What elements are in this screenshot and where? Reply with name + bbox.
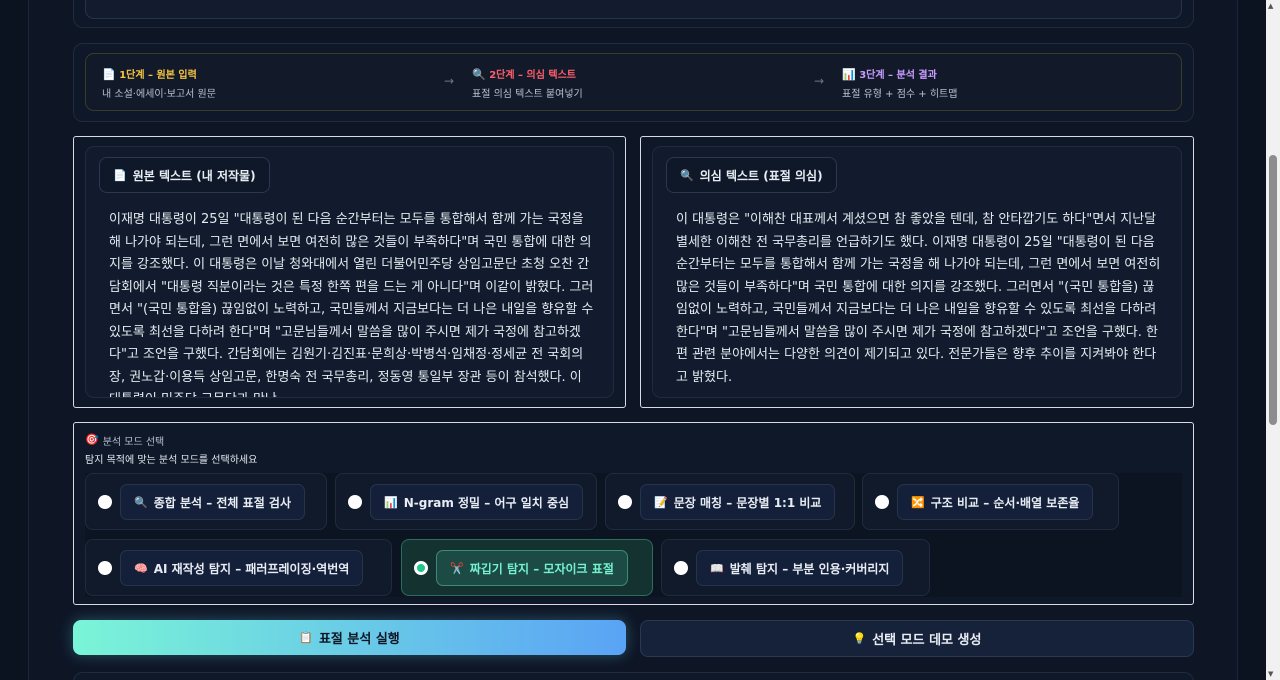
mode-option-excerpt[interactable]: 📖 발췌 탐지 – 부분 인용·커버리지 [661, 539, 930, 596]
run-analysis-label: 표절 분석 실행 [318, 632, 400, 647]
radio-button[interactable] [875, 495, 889, 509]
mode-option-ngram[interactable]: 📊 N-gram 정밀 – 어구 일치 중심 [335, 473, 597, 530]
scroll-down-icon[interactable]: ▼ [1268, 670, 1273, 678]
chart-icon: 📊 [842, 68, 856, 81]
radio-button[interactable] [674, 561, 688, 575]
suspect-text-label-text: 의심 텍스트 (표절 의심) [699, 168, 823, 183]
mode-select-subtitle: 탐지 목적에 맞는 분석 모드를 선택하세요 [85, 455, 258, 466]
step-2-title: 2단계 – 의심 텍스트 [489, 70, 576, 81]
mode-label-text: N-gram 정밀 – 어구 일치 중심 [403, 495, 570, 510]
magnifier-icon: 🔍 [472, 68, 486, 81]
generate-demo-label: 선택 모드 데모 생성 [872, 633, 982, 648]
mode-label-text: 짜깁기 탐지 – 모자이크 표절 [469, 561, 614, 576]
step-1-title: 1단계 – 원본 입력 [119, 70, 197, 81]
steps-guide: 📄 1단계 – 원본 입력 내 소설·에세이·보고서 원문 → 🔍 2단계 – … [85, 53, 1182, 111]
mode-option-label: 📖 발췌 탐지 – 부분 인용·커버리지 [696, 550, 904, 586]
analysis-mode-selector: 🎯 분석 모드 선택 탐지 목적에 맞는 분석 모드를 선택하세요 🔍 종합 분석… [73, 422, 1194, 605]
open-book-icon: 📖 [710, 561, 724, 575]
step-2: 🔍 2단계 – 의심 텍스트 표절 의심 텍스트 붙여넣기 [472, 66, 583, 100]
run-analysis-button[interactable]: 📋 표절 분석 실행 [73, 620, 626, 655]
generate-demo-button[interactable]: 💡 선택 모드 데모 생성 [640, 620, 1194, 657]
shuffle-icon: 🔀 [911, 495, 925, 509]
magnifier-icon: 🔍 [680, 168, 694, 182]
original-text-panel: 📄 원본 텍스트 (내 저작물) 이재명 대통령이 25일 "대통령이 된 다음… [73, 136, 626, 408]
radio-button[interactable] [348, 495, 362, 509]
mode-option-mosaic[interactable]: ✂️ 짜깁기 탐지 – 모자이크 표절 [401, 539, 653, 596]
target-icon: 🎯 [85, 433, 99, 446]
magnifier-icon: 🔍 [134, 495, 148, 509]
suspect-text-panel: 🔍 의심 텍스트 (표절 의심) 이 대통령은 "이해찬 대표께서 계셨으면 참… [640, 136, 1194, 408]
radio-button[interactable] [98, 495, 112, 509]
step-2-desc: 표절 의심 텍스트 붙여넣기 [472, 89, 583, 100]
step-3-title: 3단계 – 분석 결과 [859, 70, 937, 81]
brain-icon: 🧠 [134, 561, 148, 575]
mode-label-text: AI 재작성 탐지 – 패러프레이징·역번역 [153, 561, 350, 576]
arrow-right-icon: → [444, 74, 455, 88]
bar-chart-icon: 📊 [384, 495, 398, 509]
arrow-right-icon: → [814, 74, 825, 88]
original-text-label-text: 원본 텍스트 (내 저작물) [132, 168, 256, 183]
document-icon: 📄 [113, 168, 127, 182]
mode-option-label: 🧠 AI 재작성 탐지 – 패러프레이징·역번역 [120, 550, 364, 586]
step-3-desc: 표절 유형 + 점수 + 히트맵 [842, 89, 958, 100]
radio-button[interactable] [618, 495, 632, 509]
step-3: 📊 3단계 – 분석 결과 표절 유형 + 점수 + 히트맵 [842, 66, 957, 100]
lightbulb-icon: 💡 [852, 632, 867, 645]
suspect-text-content[interactable]: 이 대통령은 "이해찬 대표께서 계셨으면 참 좋았을 텐데, 참 안타깝기도 … [676, 209, 1163, 397]
original-text-label: 📄 원본 텍스트 (내 저작물) [99, 157, 270, 193]
clipboard-icon: 📋 [299, 631, 313, 644]
radio-button-selected[interactable] [414, 561, 428, 575]
mode-option-sentence[interactable]: 📝 문장 매칭 – 문장별 1:1 비교 [605, 473, 855, 530]
original-text-area[interactable]: 📄 원본 텍스트 (내 저작물) 이재명 대통령이 25일 "대통령이 된 다음… [85, 146, 614, 398]
suspect-text-label: 🔍 의심 텍스트 (표절 의심) [666, 157, 837, 193]
document-icon: 📄 [102, 68, 116, 81]
results-section-panel [73, 672, 1194, 680]
mode-option-ai-rewrite[interactable]: 🧠 AI 재작성 탐지 – 패러프레이징·역번역 [85, 539, 392, 596]
mode-label-text: 종합 분석 – 전체 표절 검사 [153, 495, 291, 510]
mode-options: 🔍 종합 분석 – 전체 표절 검사 📊 N-gram 정밀 – 어구 일치 중심 … [85, 473, 1182, 597]
mode-select-title: 🎯 분석 모드 선택 [85, 433, 164, 448]
scroll-up-icon[interactable]: ▲ [1268, 2, 1273, 10]
step-1-desc: 내 소설·에세이·보고서 원문 [102, 89, 216, 100]
mode-option-structure[interactable]: 🔀 구조 비교 – 순서·배열 보존율 [862, 473, 1119, 530]
radio-button[interactable] [98, 561, 112, 575]
mode-label-text: 구조 비교 – 순서·배열 보존율 [930, 495, 1080, 510]
mode-label-text: 발췌 탐지 – 부분 인용·커버리지 [729, 561, 890, 576]
original-text-content[interactable]: 이재명 대통령이 25일 "대통령이 된 다음 순간부터는 모두를 통합해서 함… [109, 209, 595, 397]
scrollbar-thumb[interactable] [1269, 155, 1277, 425]
previous-section-inner [85, 0, 1182, 19]
memo-icon: 📝 [654, 495, 668, 509]
mode-option-label: 📝 문장 매칭 – 문장별 1:1 비교 [640, 484, 836, 520]
mode-label-text: 문장 매칭 – 문장별 1:1 비교 [673, 495, 822, 510]
suspect-text-area[interactable]: 🔍 의심 텍스트 (표절 의심) 이 대통령은 "이해찬 대표께서 계셨으면 참… [652, 146, 1182, 398]
mode-option-label: 📊 N-gram 정밀 – 어구 일치 중심 [370, 484, 584, 520]
mode-option-label: ✂️ 짜깁기 탐지 – 모자이크 표절 [436, 550, 628, 586]
scissors-icon: ✂️ [450, 561, 464, 575]
mode-option-label: 🔍 종합 분석 – 전체 표절 검사 [120, 484, 305, 520]
step-1: 📄 1단계 – 원본 입력 내 소설·에세이·보고서 원문 [102, 66, 216, 100]
mode-option-comprehensive[interactable]: 🔍 종합 분석 – 전체 표절 검사 [85, 473, 327, 530]
mode-select-title-text: 분석 모드 선택 [102, 437, 165, 448]
mode-option-label: 🔀 구조 비교 – 순서·배열 보존율 [897, 484, 1094, 520]
